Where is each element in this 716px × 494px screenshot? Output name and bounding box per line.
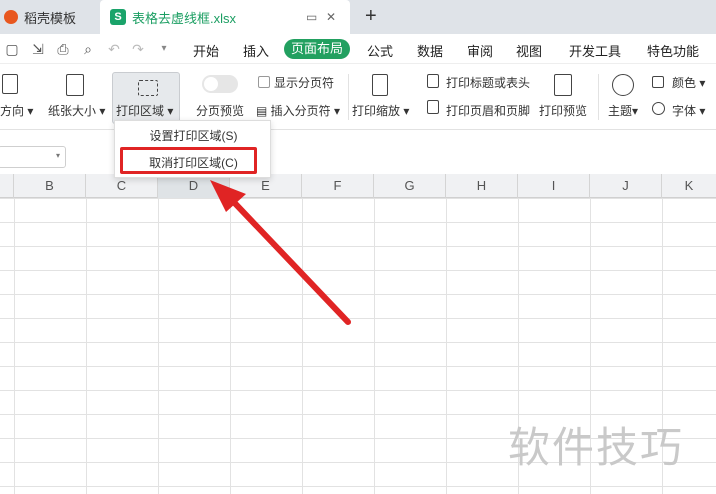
watermark: 软件技巧 [508,423,685,472]
